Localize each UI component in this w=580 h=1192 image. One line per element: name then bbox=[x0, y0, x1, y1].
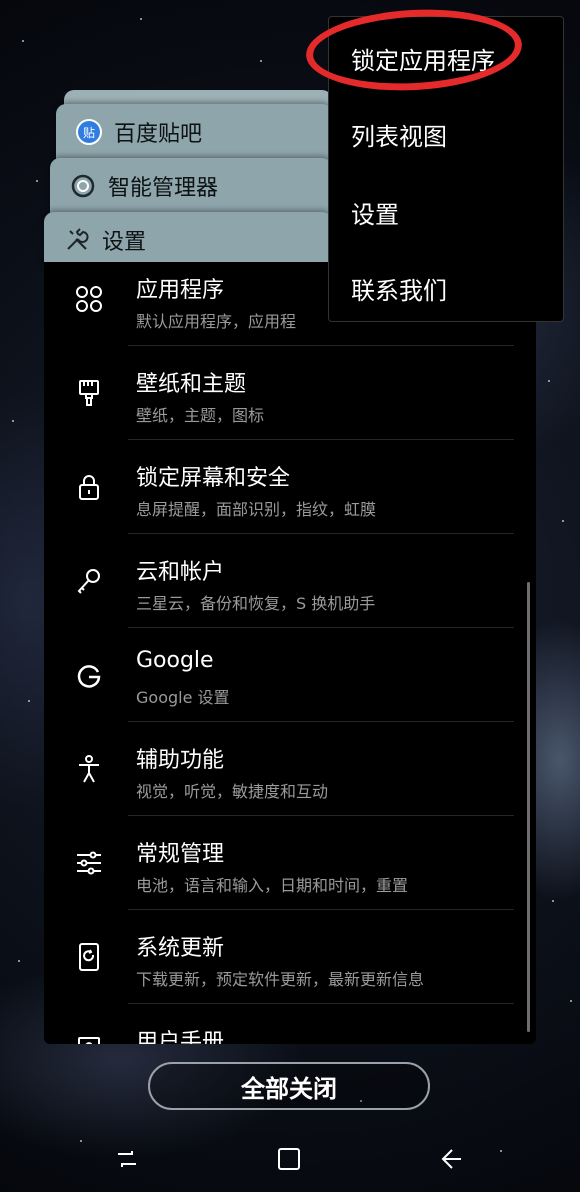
apps-grid-icon bbox=[72, 282, 106, 316]
settings-item-wallpaper[interactable]: 壁纸和主题 壁纸，主题，图标 bbox=[44, 346, 514, 440]
paint-brush-icon bbox=[72, 376, 106, 410]
settings-item-subtitle: 默认应用程序，应用程 bbox=[136, 312, 297, 331]
baidu-tieba-badge: 贴 bbox=[76, 119, 102, 145]
menu-item-contact-us[interactable]: 联系我们 bbox=[351, 271, 447, 306]
recent-card-smart-manager[interactable]: 智能管理器 bbox=[50, 158, 332, 214]
user-manual-icon bbox=[72, 1034, 106, 1044]
settings-item-cloud-accounts[interactable]: 云和帐户 三星云，备份和恢复，S 换机助手 bbox=[44, 534, 514, 628]
recent-card-label: 设置 bbox=[102, 230, 147, 255]
settings-item-title: 系统更新 bbox=[136, 936, 225, 961]
back-icon[interactable] bbox=[434, 1142, 468, 1176]
recent-card-label: 百度贴吧 bbox=[114, 122, 203, 147]
settings-item-accessibility[interactable]: 辅助功能 视觉，听觉，敏捷度和互动 bbox=[44, 722, 514, 816]
settings-app-card[interactable]: 应用程序 默认应用程序，应用程 壁纸和主题 壁纸，主题，图标 锁定屏幕和安全 息… bbox=[44, 262, 536, 1044]
settings-item-subtitle: 息屏提醒，面部识别，指纹，虹膜 bbox=[136, 500, 377, 519]
settings-item-title: 云和帐户 bbox=[136, 560, 225, 585]
settings-item-google[interactable]: Google Google 设置 bbox=[44, 628, 514, 722]
settings-item-subtitle: 下载更新，预定软件更新，最新更新信息 bbox=[136, 970, 425, 989]
menu-item-settings[interactable]: 设置 bbox=[351, 195, 399, 230]
settings-item-title: 锁定屏幕和安全 bbox=[136, 466, 291, 491]
settings-item-title: 常规管理 bbox=[136, 842, 225, 867]
settings-item-title: 应用程序 bbox=[136, 278, 225, 303]
settings-item-lock-screen[interactable]: 锁定屏幕和安全 息屏提醒，面部识别，指纹，虹膜 bbox=[44, 440, 514, 534]
home-icon[interactable] bbox=[272, 1142, 306, 1176]
recent-card-label: 智能管理器 bbox=[108, 176, 219, 201]
google-icon bbox=[72, 658, 106, 692]
accessibility-icon bbox=[72, 752, 106, 786]
settings-item-title: 壁纸和主题 bbox=[136, 372, 247, 397]
menu-item-list-view[interactable]: 列表视图 bbox=[351, 117, 447, 152]
settings-item-subtitle: Google 设置 bbox=[136, 688, 230, 707]
settings-item-subtitle: 电池，语言和输入，日期和时间，重置 bbox=[136, 876, 409, 895]
system-update-icon bbox=[72, 940, 106, 974]
baidu-tieba-icon: 贴 bbox=[74, 117, 104, 147]
recent-card-baidu-tieba[interactable]: 贴 百度贴吧 bbox=[56, 104, 332, 160]
recent-apps-icon[interactable] bbox=[110, 1142, 144, 1176]
navigation-bar bbox=[0, 1120, 580, 1192]
settings-item-title: 辅助功能 bbox=[136, 748, 225, 773]
settings-item-subtitle: 视觉，听觉，敏捷度和互动 bbox=[136, 782, 329, 801]
settings-item-system-update[interactable]: 系统更新 下载更新，预定软件更新，最新更新信息 bbox=[44, 910, 514, 1004]
key-icon bbox=[72, 564, 106, 598]
settings-item-general-management[interactable]: 常规管理 电池，语言和输入，日期和时间，重置 bbox=[44, 816, 514, 910]
sliders-icon bbox=[72, 846, 106, 880]
settings-item-title: 用户手册 bbox=[136, 1030, 225, 1044]
tools-icon bbox=[62, 225, 92, 255]
scrollbar[interactable] bbox=[527, 582, 530, 1032]
recent-card-settings[interactable]: 设置 bbox=[44, 212, 332, 268]
settings-item-subtitle: 三星云，备份和恢复，S 换机助手 bbox=[136, 594, 376, 613]
smart-manager-icon bbox=[68, 171, 98, 201]
settings-item-subtitle: 壁纸，主题，图标 bbox=[136, 406, 265, 425]
close-all-button[interactable]: 全部关闭 bbox=[148, 1062, 430, 1110]
lock-icon bbox=[72, 470, 106, 504]
settings-item-title: Google bbox=[136, 648, 214, 673]
settings-item-user-manual[interactable]: 用户手册 bbox=[44, 1004, 514, 1044]
